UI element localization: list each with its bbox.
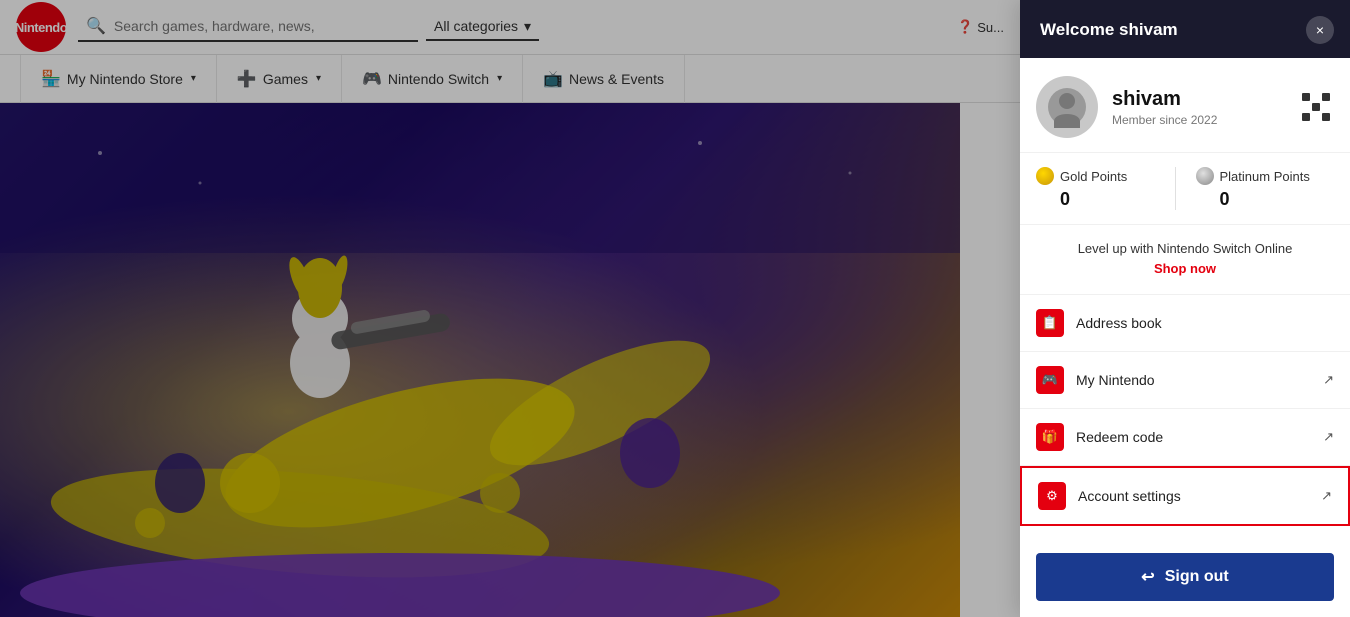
category-selector[interactable]: All categories ▾ xyxy=(426,14,539,41)
close-button[interactable]: × xyxy=(1306,16,1334,44)
platinum-points-label: Platinum Points xyxy=(1220,169,1310,184)
sign-out-label: Sign out xyxy=(1165,568,1229,586)
chevron-down-icon: ▾ xyxy=(524,18,531,35)
profile-section: shivam Member since 2022 xyxy=(1020,58,1350,153)
profile-info: shivam Member since 2022 xyxy=(1112,88,1217,127)
nav-label-news: News & Events xyxy=(569,71,664,87)
panel-body: shivam Member since 2022 Gold Points 0 xyxy=(1020,58,1350,617)
menu-item-label-account-settings: Account settings xyxy=(1078,488,1321,504)
avatar xyxy=(1036,76,1098,138)
nintendo-logo[interactable]: Nintendo xyxy=(16,2,66,52)
menu-item-label-redeem-code: Redeem code xyxy=(1076,429,1323,445)
menu-item-address-book[interactable]: 📋 Address book xyxy=(1020,295,1350,352)
profile-left: shivam Member since 2022 xyxy=(1036,76,1217,138)
chevron-games: ▾ xyxy=(316,73,321,84)
nso-promo-text: Level up with Nintendo Switch Online xyxy=(1036,241,1334,256)
account-settings-icon: ⚙ xyxy=(1038,482,1066,510)
external-link-icon-2: ↗ xyxy=(1323,429,1334,445)
switch-icon: 🎮 xyxy=(362,69,382,89)
gold-points-label-row: Gold Points xyxy=(1036,167,1127,185)
welcome-text: Welcome shivam xyxy=(1040,20,1178,40)
shop-now-link[interactable]: Shop now xyxy=(1154,261,1216,276)
nav-item-nintendo-switch[interactable]: 🎮 Nintendo Switch ▾ xyxy=(342,55,523,103)
nav-item-games[interactable]: ➕ Games ▾ xyxy=(217,55,342,103)
chevron-switch: ▾ xyxy=(497,73,502,84)
games-icon: ➕ xyxy=(237,69,257,89)
menu-item-label-my-nintendo: My Nintendo xyxy=(1076,372,1323,388)
news-icon: 📺 xyxy=(543,69,563,89)
my-nintendo-icon: 🎮 xyxy=(1036,366,1064,394)
points-section: Gold Points 0 Platinum Points 0 xyxy=(1020,153,1350,225)
menu-item-label-address-book: Address book xyxy=(1076,315,1334,331)
gold-points-icon xyxy=(1036,167,1054,185)
main-content: Nintendo 🔍 All categories ▾ ❓ Su... 🏪 My… xyxy=(0,0,1020,617)
external-link-icon: ↗ xyxy=(1323,372,1334,388)
chevron-store: ▾ xyxy=(191,73,196,84)
avatar-placeholder xyxy=(1048,88,1086,126)
platinum-points-icon xyxy=(1196,167,1214,185)
gold-points-label: Gold Points xyxy=(1060,169,1127,184)
gold-points-value: 0 xyxy=(1036,189,1070,210)
hero-background xyxy=(0,103,960,617)
menu-item-redeem-code[interactable]: 🎁 Redeem code ↗ xyxy=(1020,409,1350,466)
gold-points-item: Gold Points 0 xyxy=(1036,167,1175,210)
panel-header: Welcome shivam × xyxy=(1020,0,1350,58)
hero-illustration xyxy=(0,103,960,617)
nav-label-switch: Nintendo Switch xyxy=(388,71,489,87)
external-link-icon-3: ↗ xyxy=(1321,488,1332,504)
redeem-code-icon: 🎁 xyxy=(1036,423,1064,451)
hero-banner xyxy=(0,103,960,617)
support-button[interactable]: ❓ Su... xyxy=(957,19,1004,35)
nav-item-news-events[interactable]: 📺 News & Events xyxy=(523,55,685,103)
menu-item-account-settings[interactable]: ⚙ Account settings ↗ xyxy=(1020,466,1350,526)
qr-code-button[interactable] xyxy=(1298,89,1334,125)
platinum-points-label-row: Platinum Points xyxy=(1196,167,1310,185)
close-icon: × xyxy=(1316,22,1324,38)
search-bar[interactable]: 🔍 xyxy=(78,12,418,42)
header: Nintendo 🔍 All categories ▾ ❓ Su... xyxy=(0,0,1020,55)
search-input[interactable] xyxy=(114,18,314,34)
nso-promo: Level up with Nintendo Switch Online Sho… xyxy=(1020,225,1350,295)
address-book-icon: 📋 xyxy=(1036,309,1064,337)
sign-out-icon: ↩ xyxy=(1141,567,1154,587)
menu-item-my-nintendo[interactable]: 🎮 My Nintendo ↗ xyxy=(1020,352,1350,409)
platinum-points-value: 0 xyxy=(1196,189,1230,210)
member-since: Member since 2022 xyxy=(1112,113,1217,127)
header-right: ❓ Su... xyxy=(957,19,1004,35)
nav-label-games: Games xyxy=(263,71,308,87)
user-panel: Welcome shivam × shivam Member since 202… xyxy=(1020,0,1350,617)
sign-out-button[interactable]: ↩ Sign out xyxy=(1036,553,1334,601)
store-icon: 🏪 xyxy=(41,69,61,89)
logo-text: Nintendo xyxy=(15,20,67,35)
menu-items: 📋 Address book 🎮 My Nintendo ↗ 🎁 Redeem … xyxy=(1020,295,1350,541)
nav-item-my-nintendo-store[interactable]: 🏪 My Nintendo Store ▾ xyxy=(20,55,217,103)
username: shivam xyxy=(1112,88,1217,111)
support-label: Su... xyxy=(977,20,1004,35)
search-icon: 🔍 xyxy=(86,16,106,36)
question-icon: ❓ xyxy=(957,19,973,35)
category-label: All categories xyxy=(434,18,518,34)
nav-label-store: My Nintendo Store xyxy=(67,71,183,87)
platinum-points-item: Platinum Points 0 xyxy=(1175,167,1335,210)
nav-bar: 🏪 My Nintendo Store ▾ ➕ Games ▾ 🎮 Ninten… xyxy=(0,55,1020,103)
